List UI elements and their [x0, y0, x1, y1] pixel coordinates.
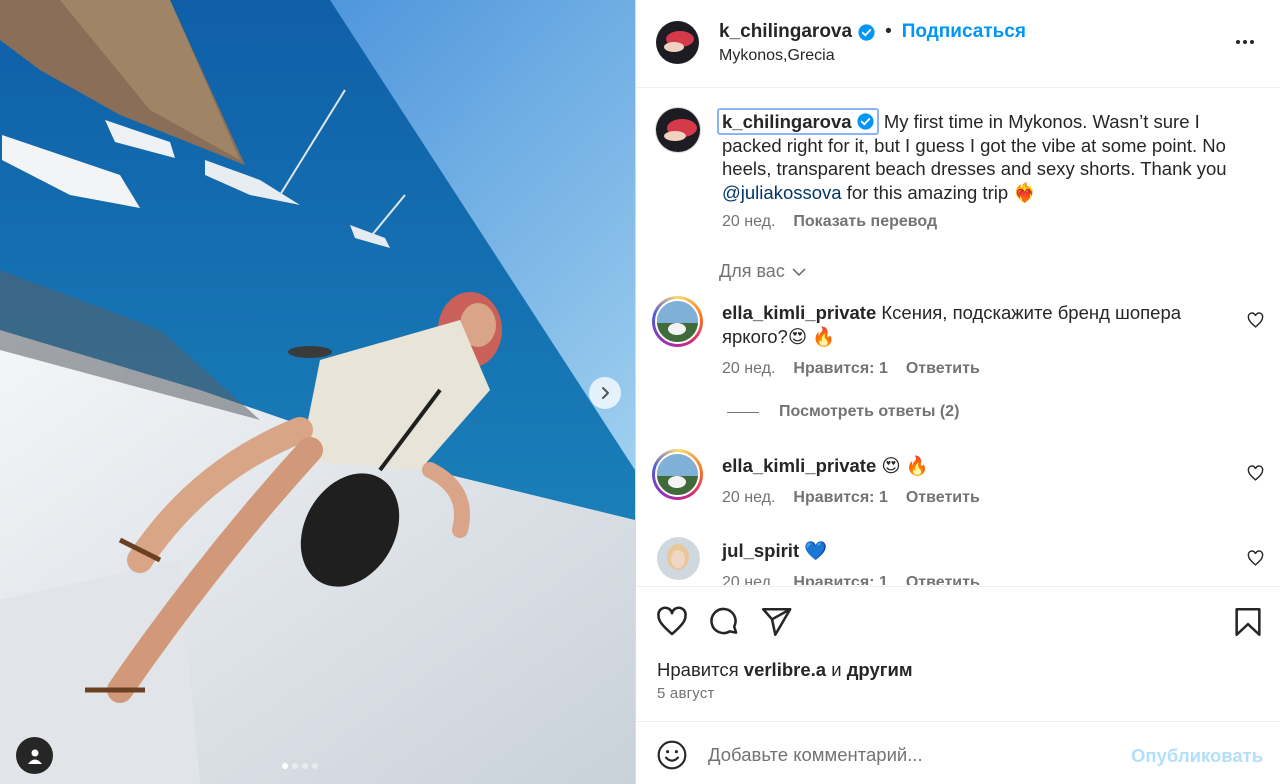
next-photo-button[interactable] [589, 377, 621, 409]
comment-text: 💙 [799, 540, 828, 561]
carousel-dot [282, 763, 288, 769]
like-heart-icon[interactable] [655, 605, 689, 639]
photo-scene [0, 0, 635, 784]
view-replies-button[interactable]: Посмотреть ответы (2) [727, 403, 959, 421]
carousel-dot [292, 763, 298, 769]
publish-button[interactable]: Опубликовать [1131, 745, 1263, 767]
comment-text: 😍 🔥 [876, 455, 929, 476]
liked-by-others-link[interactable]: другим [847, 659, 913, 680]
replies-divider-line [727, 411, 759, 413]
comment-like-heart-icon[interactable] [1247, 312, 1264, 329]
comment-time[interactable]: 20 нед. [722, 360, 775, 378]
comment-username[interactable]: ella_kimli_private [722, 455, 876, 476]
comment-meta: 20 нед. Нравится: 1 Ответить [722, 489, 980, 507]
author-line: k_chilingarova • Подписаться [719, 21, 1026, 43]
comment-input[interactable] [708, 740, 1108, 770]
follow-button[interactable]: Подписаться [902, 21, 1026, 43]
carousel-dot [302, 763, 308, 769]
comment: jul_spirit 💙 [722, 539, 1222, 563]
reply-button[interactable]: Ответить [906, 574, 980, 585]
view-replies-label: Посмотреть ответы (2) [779, 403, 960, 420]
comment-bubble-icon[interactable] [707, 605, 741, 639]
post-location[interactable]: Mykonos,Grecia [719, 47, 835, 65]
chevron-down-icon [792, 267, 806, 276]
chevron-right-icon [602, 387, 609, 399]
comment-avatar[interactable] [652, 449, 703, 500]
comment-avatar[interactable] [652, 296, 703, 347]
reply-button[interactable]: Ответить [906, 360, 980, 378]
comment: ella_kimli_private Ксения, подскажите бр… [722, 301, 1222, 348]
carousel-dots [282, 763, 318, 769]
user-icon [27, 749, 42, 764]
header-separator: • [885, 21, 892, 42]
comment-time[interactable]: 20 нед. [722, 489, 775, 507]
comment-username[interactable]: jul_spirit [722, 540, 799, 561]
save-bookmark-icon[interactable] [1231, 605, 1265, 639]
comments-filter-dropdown[interactable]: Для вас [719, 261, 807, 282]
caption-username[interactable]: k_chilingarova [717, 108, 879, 135]
post-date[interactable]: 5 август [657, 685, 715, 702]
emoji-icon[interactable] [656, 739, 688, 771]
comment-time[interactable]: 20 нед. [722, 574, 775, 585]
likes-summary: Нравится verlibre.a и другим [657, 659, 913, 681]
share-send-icon[interactable] [759, 605, 793, 639]
comment: ella_kimli_private 😍 🔥 [722, 454, 1222, 478]
reply-button[interactable]: Ответить [906, 489, 980, 507]
comment-like-heart-icon[interactable] [1247, 465, 1264, 482]
comment-likes-count[interactable]: Нравится: 1 [793, 489, 887, 507]
comment-meta: 20 нед. Нравится: 1 Ответить [722, 574, 980, 585]
comments-list[interactable]: k_chilingarova My first time in Mykonos.… [636, 88, 1280, 585]
comment-like-heart-icon[interactable] [1247, 550, 1264, 567]
comment-composer: Опубликовать [636, 721, 1280, 784]
comment-likes-count[interactable]: Нравится: 1 [793, 360, 887, 378]
tagged-users-button[interactable] [16, 737, 53, 774]
comment-avatar[interactable] [657, 537, 700, 580]
show-translation-button[interactable]: Показать перевод [793, 213, 937, 231]
verified-badge-icon [858, 23, 875, 41]
caption: k_chilingarova My first time in Mykonos.… [717, 108, 1262, 204]
carousel-dot [312, 763, 318, 769]
caption-author-avatar[interactable] [655, 107, 701, 153]
likes-middle: и [826, 659, 847, 680]
caption-mention[interactable]: @juliakossova [722, 182, 842, 203]
caption-meta: 20 нед. Показать перевод [722, 213, 937, 231]
comment-likes-count[interactable]: Нравится: 1 [793, 574, 887, 585]
post-photo[interactable] [0, 0, 635, 784]
post-header: k_chilingarova • Подписаться Mykonos,Gre… [636, 0, 1280, 88]
post-actions: Нравится verlibre.a и другим 5 август [636, 586, 1280, 721]
caption-username-text: k_chilingarova [722, 111, 852, 132]
comment-meta: 20 нед. Нравится: 1 Ответить [722, 360, 980, 378]
author-username[interactable]: k_chilingarova [719, 21, 852, 43]
comments-filter-label: Для вас [719, 261, 785, 281]
author-avatar[interactable] [656, 21, 699, 64]
post-side-panel: k_chilingarova • Подписаться Mykonos,Gre… [635, 0, 1280, 784]
more-horizontal-icon[interactable] [1233, 30, 1257, 54]
verified-badge-icon [857, 113, 874, 130]
likes-prefix: Нравится [657, 659, 744, 680]
caption-text-part-2: for this amazing trip ❤️‍🔥 [841, 181, 1037, 203]
comment-username[interactable]: ella_kimli_private [722, 302, 876, 323]
caption-time[interactable]: 20 нед. [722, 213, 775, 231]
liker-username[interactable]: verlibre.a [744, 659, 826, 680]
